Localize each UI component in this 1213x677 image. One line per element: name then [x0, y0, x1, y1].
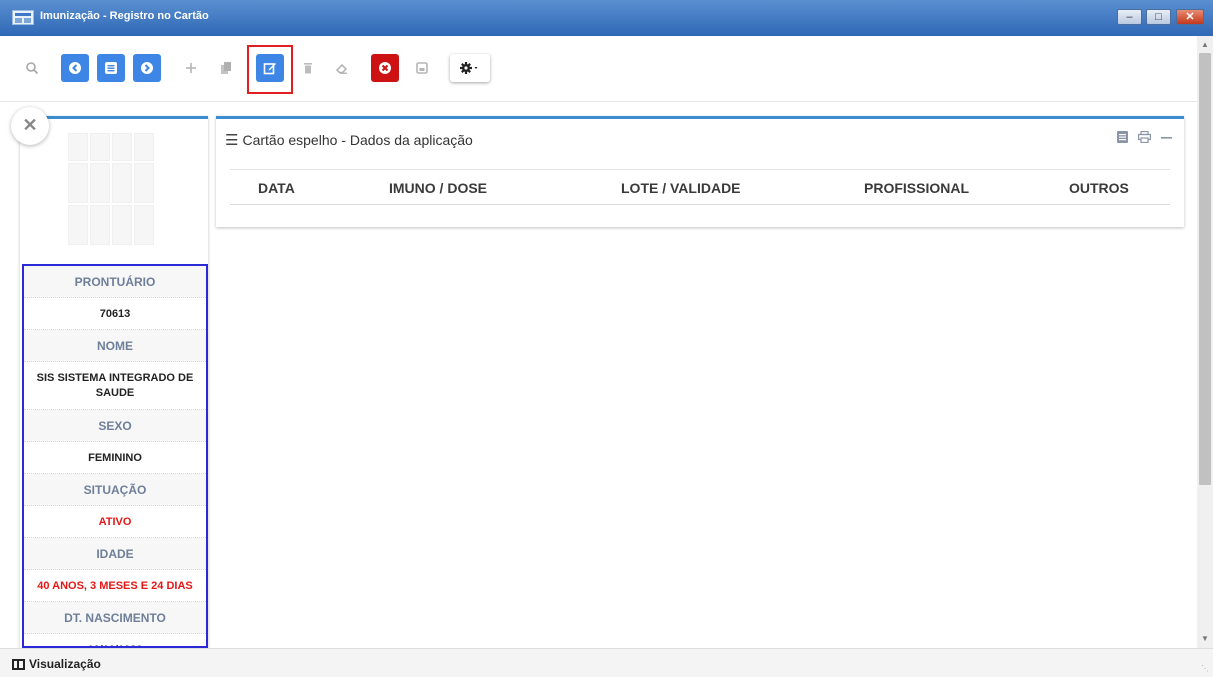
save-icon: [415, 61, 429, 75]
vaccine-card-panel: ☰ Cartão espelho - Dados da aplicação DA…: [216, 116, 1184, 227]
add-button[interactable]: [177, 54, 205, 82]
vertical-scrollbar[interactable]: ▲ ▼: [1197, 36, 1213, 648]
cancel-icon: [378, 61, 392, 75]
field-value-sexo: FEMININO: [24, 442, 206, 474]
bottom-bar: Visualização ⋱: [0, 648, 1213, 677]
card-title-text: Cartão espelho - Dados da aplicação: [242, 132, 473, 148]
patient-photo-placeholder: [68, 133, 158, 245]
close-panel-button[interactable]: ✕: [11, 107, 49, 145]
field-value-nascimento: 10/10/1980: [24, 634, 206, 647]
columns-icon: [12, 658, 25, 670]
gear-dropdown-icon: [459, 61, 481, 75]
field-value-situacao: ATIVO: [24, 506, 206, 538]
close-icon: ✕: [22, 115, 38, 135]
scroll-down-icon[interactable]: ▼: [1197, 632, 1213, 646]
clear-button[interactable]: [328, 54, 356, 82]
save-button[interactable]: [408, 54, 436, 82]
list-icon[interactable]: [1117, 131, 1128, 146]
cancel-button[interactable]: [371, 54, 399, 82]
column-header-profissional: PROFISSIONAL: [864, 180, 970, 196]
card-tools: [1117, 130, 1172, 146]
previous-record-button[interactable]: [61, 54, 89, 82]
app-icon: [12, 10, 34, 25]
copy-button[interactable]: [212, 54, 240, 82]
table-header-divider: [230, 204, 1170, 205]
copy-icon: [219, 61, 233, 75]
menu-icon[interactable]: ☰: [225, 131, 238, 149]
visualizacao-toggle[interactable]: Visualização: [12, 657, 101, 671]
field-label-sexo: SEXO: [24, 410, 206, 442]
plus-icon: [184, 61, 198, 75]
minimize-icon[interactable]: [1161, 131, 1172, 146]
patient-info-box: PRONTUÁRIO 70613 NOME SIS SISTEMA INTEGR…: [22, 264, 208, 648]
minimize-window-button[interactable]: –: [1117, 9, 1142, 25]
column-header-outros: OUTROS: [1069, 180, 1129, 196]
highlight-frame: [247, 45, 293, 94]
next-record-button[interactable]: [133, 54, 161, 82]
column-header-lote-validade: LOTE / VALIDADE: [621, 180, 741, 196]
window-title: Imunização - Registro no Cartão: [40, 10, 209, 22]
resize-grip-icon[interactable]: ⋱: [1201, 664, 1209, 673]
settings-dropdown-button[interactable]: [450, 54, 490, 82]
maximize-window-button[interactable]: □: [1146, 9, 1171, 25]
window-titlebar: Imunização - Registro no Cartão – □ ✕: [0, 0, 1213, 36]
card-title: ☰ Cartão espelho - Dados da aplicação: [225, 131, 473, 149]
field-label-nome: NOME: [24, 330, 206, 362]
field-value-nome: SIS SISTEMA INTEGRADO DE SAUDE: [24, 362, 206, 410]
field-label-prontuario: PRONTUÁRIO: [24, 266, 206, 298]
scroll-up-icon[interactable]: ▲: [1197, 38, 1213, 52]
field-value-idade: 40 ANOS, 3 MESES E 24 DIAS: [24, 570, 206, 602]
field-value-prontuario: 70613: [24, 298, 206, 330]
arrow-right-icon: [140, 61, 154, 75]
search-icon: [25, 61, 39, 75]
scrollbar-thumb[interactable]: [1199, 53, 1211, 485]
close-window-button[interactable]: ✕: [1176, 9, 1204, 25]
visualizacao-label: Visualização: [29, 657, 101, 671]
column-header-data: DATA: [258, 180, 295, 196]
toolbar: [0, 36, 1197, 102]
delete-button[interactable]: [294, 54, 322, 82]
eraser-icon: [335, 61, 349, 75]
field-label-situacao: SITUAÇÃO: [24, 474, 206, 506]
search-button[interactable]: [18, 54, 46, 82]
arrow-left-icon: [68, 61, 82, 75]
divider: [230, 169, 1170, 170]
list-records-button[interactable]: [97, 54, 125, 82]
column-header-imuno-dose: IMUNO / DOSE: [389, 180, 488, 196]
field-label-nascimento: DT. NASCIMENTO: [24, 602, 206, 634]
list-icon: [104, 61, 118, 75]
field-label-idade: IDADE: [24, 538, 206, 570]
print-icon[interactable]: [1138, 130, 1152, 146]
trash-icon: [301, 61, 315, 75]
